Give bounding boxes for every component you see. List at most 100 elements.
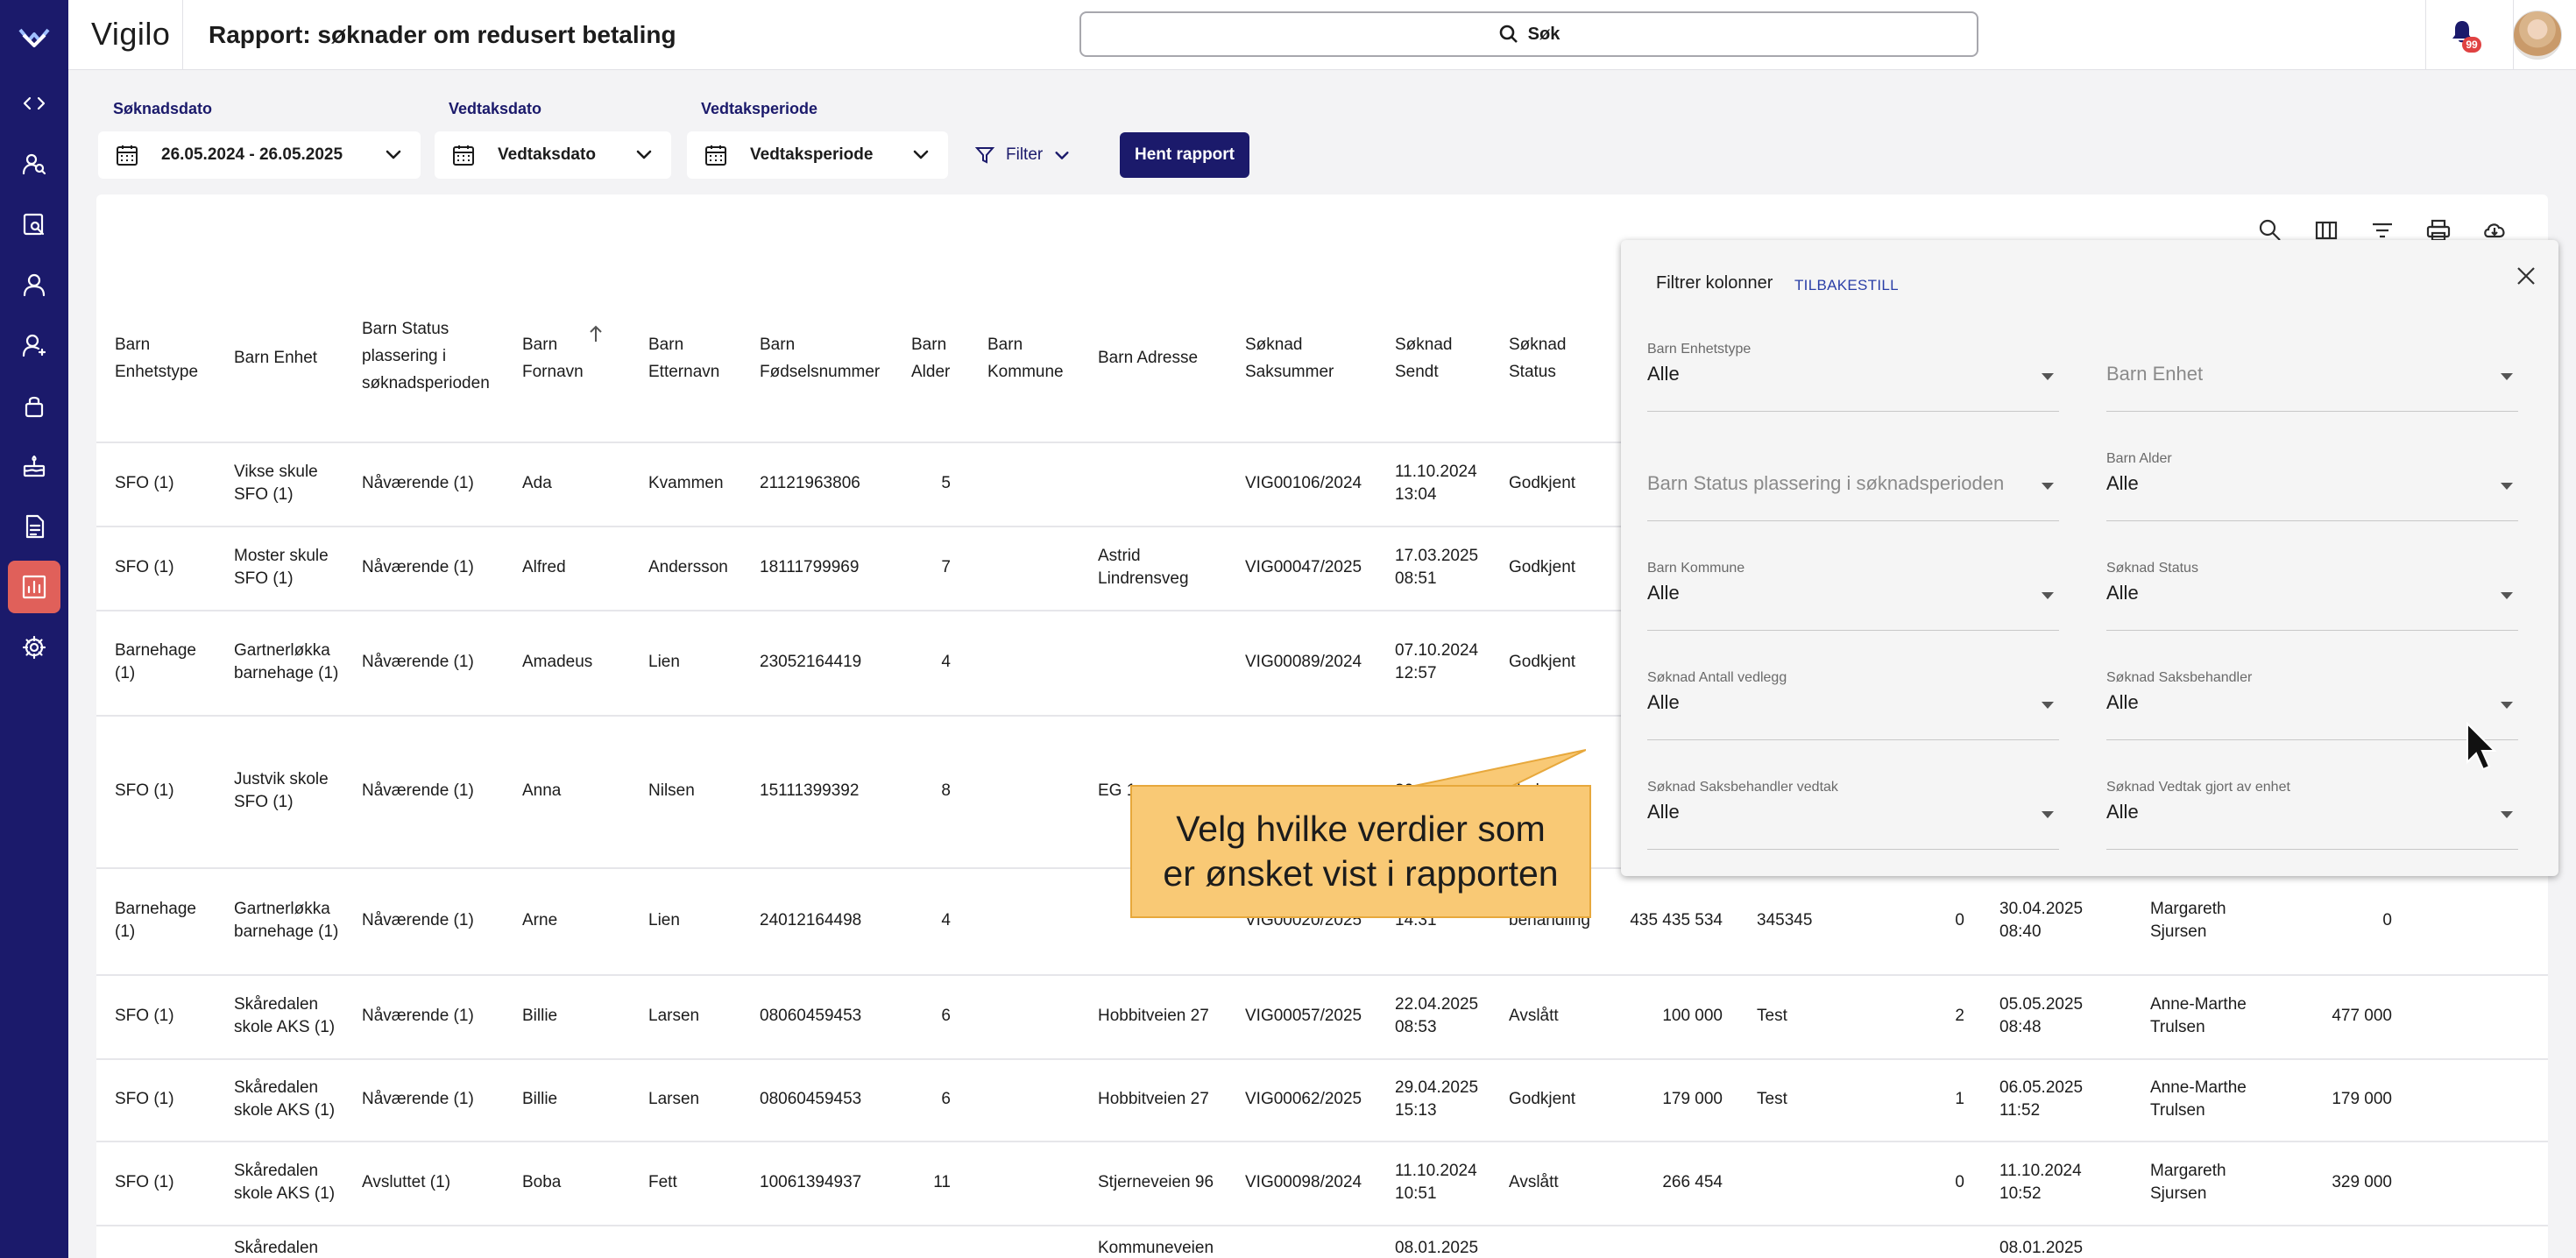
- person-manage-icon[interactable]: [8, 319, 60, 371]
- column-header[interactable]: Barn Fødselsnummer: [760, 331, 882, 385]
- table-cell-c13: 179 000: [1662, 1090, 1723, 1108]
- table-cell-c15: 0: [1955, 1173, 1964, 1191]
- people-search-icon[interactable]: [8, 138, 60, 190]
- vedtaksdato-label: Vedtaksdato: [449, 100, 542, 117]
- column-filter-select[interactable]: Søknad Saksbehandler vedtak Alle: [1647, 780, 2059, 850]
- table-cell-etternavn: Lien: [648, 911, 680, 929]
- vedtaksdato-value: Vedtaksdato: [498, 145, 596, 164]
- vigilo-logo-icon[interactable]: [17, 19, 52, 51]
- code-icon[interactable]: [8, 77, 60, 130]
- field-value: Alle: [2106, 691, 2139, 713]
- table-cell-sendt: 08.01.2025: [1395, 1239, 1479, 1257]
- search-label: Søk: [1527, 24, 1560, 44]
- soknadsdato-select[interactable]: 26.05.2024 - 26.05.2025: [98, 131, 421, 179]
- column-filter-select[interactable]: Søknad Antall vedlegg Alle: [1647, 670, 2059, 740]
- column-header[interactable]: Barn Fornavn: [522, 331, 584, 385]
- column-header[interactable]: Søknad Status: [1509, 331, 1588, 385]
- filter-button[interactable]: Filter: [974, 140, 1071, 170]
- column-header[interactable]: Barn Kommune: [987, 331, 1075, 385]
- table-cell-enhet: Moster skule SFO (1): [234, 547, 329, 588]
- table-cell-enhetstype: Barnehage (1): [115, 641, 196, 682]
- filter-label: Filter: [1006, 145, 1044, 164]
- field-label: Søknad Saksbehandler: [2106, 670, 2253, 685]
- column-filter-select[interactable]: Barn Enhetstype Alle: [1647, 342, 2059, 412]
- vedtaksdato-select[interactable]: Vedtaksdato: [435, 131, 671, 179]
- field-label: Barn Kommune: [1647, 561, 1745, 576]
- notifications-button[interactable]: 99: [2448, 18, 2483, 53]
- vedtaksperiode-value: Vedtaksperiode: [750, 145, 874, 164]
- table-cell-sendt: 11.10.2024 10:51: [1395, 1162, 1477, 1203]
- vedtaksperiode-select[interactable]: Vedtaksperiode: [687, 131, 948, 179]
- table-cell-c18: 477 000: [2332, 1007, 2392, 1025]
- column-header[interactable]: Barn Status plassering i søknadsperioden: [362, 315, 493, 397]
- table-cell-sstatus: Godkjent: [1509, 474, 1576, 492]
- table-cell-status: Nåværende (1): [362, 911, 474, 929]
- table-cell-saksnr: VIG00047/2025: [1245, 558, 1362, 576]
- calendar-icon: [116, 144, 138, 166]
- field-value: Alle: [1647, 582, 1680, 604]
- column-header[interactable]: Barn Etternavn: [648, 331, 745, 385]
- mouse-cursor-icon: [2466, 722, 2497, 771]
- column-filter-select[interactable]: Søknad Vedtak gjort av enhet Alle: [2106, 780, 2518, 850]
- dropdown-arrow-icon: [2501, 373, 2513, 380]
- table-cell-sstatus: Avslått: [1509, 1007, 1559, 1025]
- search-icon: [1499, 25, 1518, 43]
- cake-icon[interactable]: [8, 440, 60, 492]
- table-cell-sstatus: Avslått: [1509, 1173, 1559, 1191]
- field-label: Søknad Saksbehandler vedtak: [1647, 780, 1838, 795]
- column-filter-select[interactable]: Barn Kommune Alle: [1647, 561, 2059, 631]
- table-cell-enhetstype: SFO (1): [115, 474, 174, 492]
- table-cell-fnr: 15111399392: [760, 781, 860, 800]
- divider: [2425, 0, 2426, 70]
- column-filter-select[interactable]: Barn Enhet: [2106, 342, 2518, 412]
- column-filter-select[interactable]: Barn Status plassering i søknadsperioden: [1647, 451, 2059, 521]
- close-icon[interactable]: [2513, 263, 2539, 289]
- column-header[interactable]: Barn Enhet: [234, 344, 339, 371]
- column-header[interactable]: Barn Alder: [911, 331, 964, 385]
- table-cell-enhet: Vikse skule SFO (1): [234, 463, 318, 504]
- document-icon[interactable]: [8, 500, 60, 553]
- soknadsdato-label: Søknadsdato: [113, 100, 213, 117]
- column-header[interactable]: Barn Enhetstype: [115, 331, 220, 385]
- column-header[interactable]: Søknad Sendt: [1395, 331, 1474, 385]
- table-cell-fnr: 08060459453: [760, 1007, 862, 1025]
- table-cell-alder: 8: [941, 781, 951, 800]
- report-search-icon[interactable]: [8, 198, 60, 251]
- table-cell-c18: 179 000: [2332, 1090, 2392, 1108]
- table-cell-fornavn: Billie: [522, 1090, 558, 1108]
- column-filter-select[interactable]: Søknad Status Alle: [2106, 561, 2518, 631]
- table-cell-saksnr: VIG00089/2024: [1245, 653, 1362, 671]
- dropdown-arrow-icon: [2042, 811, 2054, 818]
- table-cell-c18: 329 000: [2332, 1173, 2392, 1191]
- column-header[interactable]: Barn Adresse: [1098, 344, 1212, 371]
- nav-rail: [0, 0, 68, 1258]
- reset-button[interactable]: TILBAKESTILL: [1794, 277, 1899, 294]
- table-cell-sstatus: Godkjent: [1509, 558, 1576, 576]
- dropdown-arrow-icon: [2501, 483, 2513, 490]
- column-filter-select[interactable]: Søknad Saksbehandler Alle: [2106, 670, 2518, 740]
- table-cell-c18: 0: [2382, 911, 2392, 929]
- column-filter-select[interactable]: Barn Alder Alle: [2106, 451, 2518, 521]
- fetch-report-button[interactable]: Hent rapport: [1120, 132, 1249, 178]
- field-value: Alle: [1647, 691, 1680, 713]
- table-cell-sendt: 11.10.2024 13:04: [1395, 463, 1477, 504]
- person-icon[interactable]: [8, 258, 60, 311]
- field-label: Barn Alder: [2106, 451, 2172, 466]
- bar-chart-icon[interactable]: [8, 561, 60, 613]
- table-cell-alder: 4: [941, 911, 951, 929]
- sort-up-icon[interactable]: [589, 324, 603, 343]
- avatar[interactable]: [2513, 11, 2562, 60]
- table-cell-c16: 08.01.2025: [1999, 1239, 2084, 1257]
- table-cell-enhet: Skåredalen skole AKS (1): [234, 1078, 336, 1120]
- gear-icon[interactable]: [8, 621, 60, 674]
- table-cell-c15: 1: [1955, 1090, 1964, 1108]
- column-header[interactable]: Søknad Saksummer: [1245, 331, 1359, 385]
- table-cell-adresse: Kommuneveien: [1098, 1239, 1214, 1257]
- lock-icon[interactable]: [8, 379, 60, 432]
- table-cell-fornavn: Boba: [522, 1173, 562, 1191]
- page-title: Rapport: søknader om redusert betaling: [209, 21, 676, 48]
- table-cell-sendt: 29.04.2025 15:13: [1395, 1078, 1479, 1120]
- search-button[interactable]: Søk: [1079, 11, 1978, 57]
- soknadsdato-value: 26.05.2024 - 26.05.2025: [161, 145, 343, 164]
- brand-name[interactable]: Vigilo: [91, 16, 170, 53]
